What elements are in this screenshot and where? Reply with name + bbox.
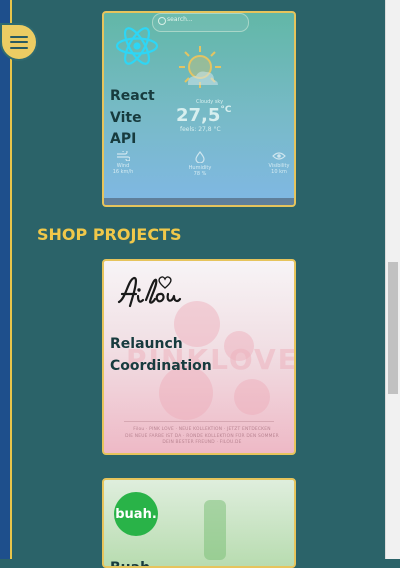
humidity-value: 78 % xyxy=(193,171,207,177)
fine-print-line: Filou · PINK LOVE · NEUE KOLLEKTION · JE… xyxy=(133,427,271,432)
filou-logo-icon xyxy=(117,276,182,308)
left-sidebar-rail xyxy=(0,0,12,559)
divider xyxy=(124,421,274,422)
project-label-buah: Buah xyxy=(110,560,151,568)
project-label-react: React xyxy=(110,88,155,104)
wind-value: 16 km/h xyxy=(112,169,134,175)
shop-projects-heading: SHOP PROJECTS xyxy=(37,225,182,244)
project-label-relaunch: Relaunch xyxy=(110,336,183,352)
fine-print: Filou · PINK LOVE · NEUE KOLLEKTION · JE… xyxy=(118,427,286,447)
project-label-vite: Vite xyxy=(110,110,142,126)
preview-search-field: search... xyxy=(152,13,249,32)
humidity-icon xyxy=(195,151,205,163)
temperature-value: 27,5 xyxy=(176,105,221,126)
fine-print-line: DEIN BESTER FREUND · FILOU.DE xyxy=(162,440,242,445)
buah-logo: buah. xyxy=(114,492,158,536)
search-icon xyxy=(158,17,166,25)
product-bottle-image xyxy=(204,500,226,560)
project-card-buah[interactable]: buah. Buah xyxy=(102,478,296,568)
sun-cloud-icon xyxy=(179,46,221,88)
decorative-bubble xyxy=(234,379,270,415)
project-label-api: API xyxy=(110,131,137,147)
feels-like-text: feels: 27,8 °C xyxy=(180,126,221,133)
react-logo-icon xyxy=(115,27,159,65)
card-bottom-bar xyxy=(104,198,294,205)
visibility-value: 10 km xyxy=(271,169,287,175)
page-scrollbar[interactable] xyxy=(385,0,400,559)
temperature-unit: °C xyxy=(220,105,232,115)
wind-icon xyxy=(117,151,130,161)
scrollbar-thumb[interactable] xyxy=(388,262,398,394)
visibility-icon xyxy=(272,152,286,160)
wind-stat: Wind 16 km/h xyxy=(106,151,140,175)
heart-icon xyxy=(158,276,172,289)
project-card-react-weather[interactable]: search... Cloudy sky 27,5°C feels: 27,8 … xyxy=(102,11,296,207)
visibility-stat: Visibility 10 km xyxy=(262,151,294,175)
temperature-readout: 27,5°C xyxy=(176,105,232,126)
hamburger-menu-icon xyxy=(10,35,28,49)
project-label-coordination: Coordination xyxy=(110,358,212,374)
project-card-filou[interactable]: PINKLOVE Relaunch Coordination Filou · P… xyxy=(102,259,296,455)
menu-button[interactable] xyxy=(0,23,38,61)
preview-search-placeholder: search... xyxy=(167,16,193,23)
humidity-stat: Humidity 78 % xyxy=(183,151,217,177)
